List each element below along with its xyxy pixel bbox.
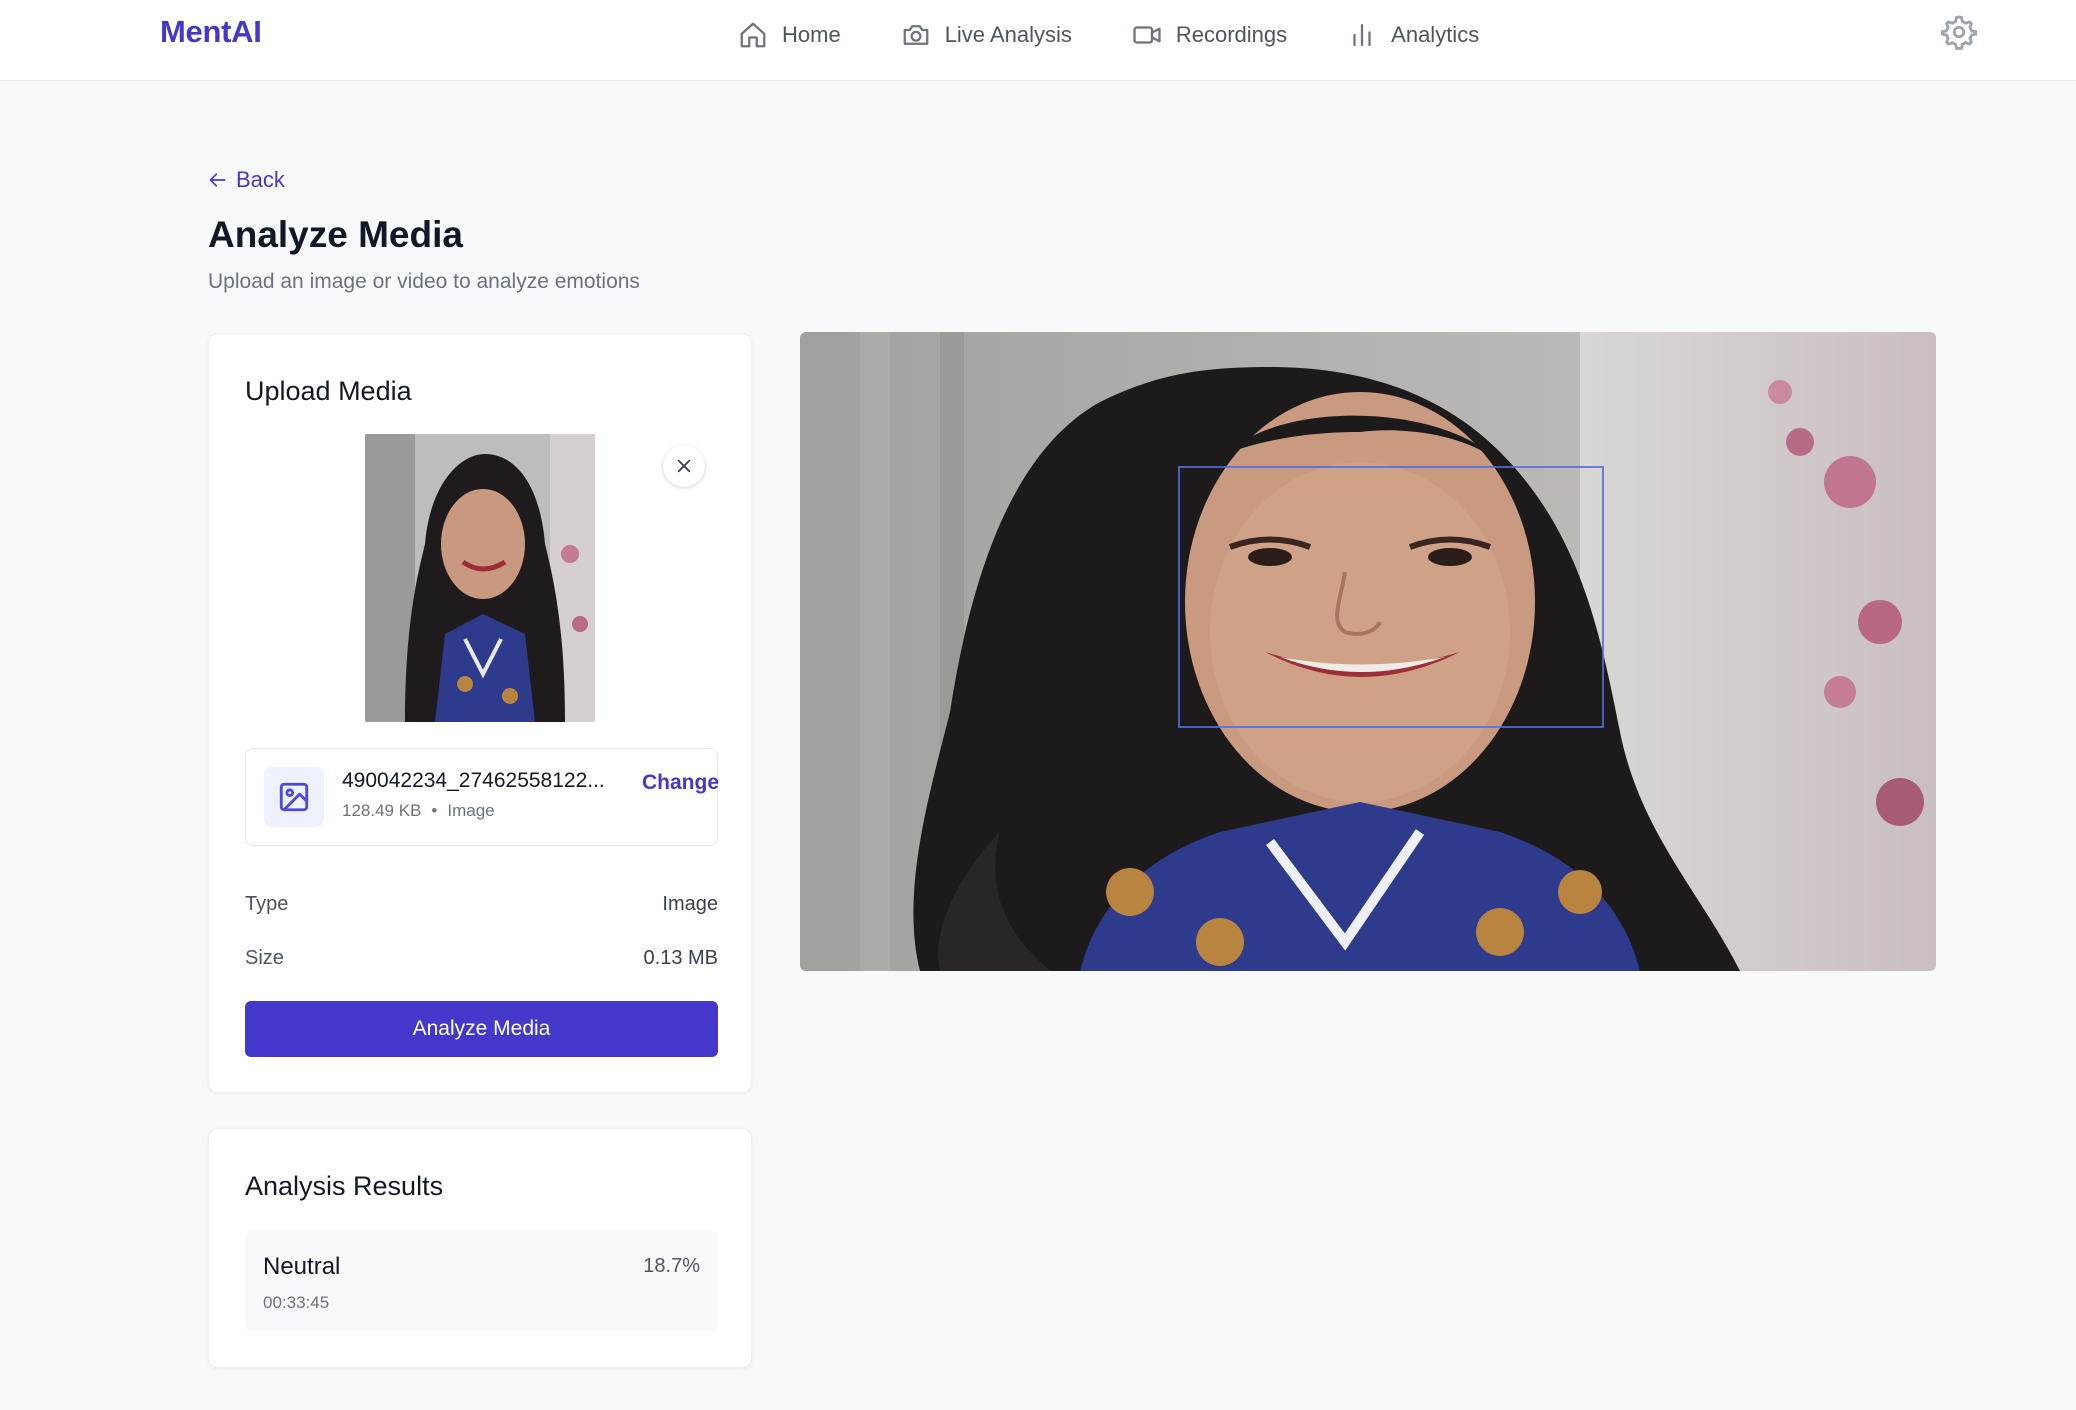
upload-card-title: Upload Media xyxy=(245,376,412,406)
gear-icon xyxy=(1940,15,1978,50)
result-timestamp: 00:33:45 xyxy=(263,1293,330,1312)
app-logo[interactable]: MentAI xyxy=(160,14,262,50)
detail-value: Image xyxy=(662,893,718,915)
back-label: Back xyxy=(236,167,285,192)
arrow-left-icon xyxy=(209,173,226,187)
analysis-preview-image xyxy=(800,332,1936,971)
home-icon xyxy=(740,22,766,48)
result-item[interactable]: Neutral 00:33:45 18.7% xyxy=(245,1231,718,1331)
nav-item-label: Recordings xyxy=(1175,22,1288,47)
result-emotion: Neutral xyxy=(263,1253,341,1280)
top-navbar: MentAI Home Live Analysis Recordings Ana… xyxy=(0,0,2076,81)
nav-item-label: Analytics xyxy=(1391,22,1480,47)
video-icon xyxy=(1133,26,1161,44)
selected-file-row: 490042234_27462558122... 128.49 KB • Image… xyxy=(245,748,719,846)
results-card-title: Analysis Results xyxy=(245,1171,444,1201)
change-file-link[interactable]: Change xyxy=(642,771,719,795)
main-nav: Home Live Analysis Recordings Analytics xyxy=(738,0,1539,70)
detail-key: Size xyxy=(245,947,284,969)
result-confidence: 18.7% xyxy=(643,1255,700,1277)
settings-button[interactable] xyxy=(1940,13,1978,51)
nav-item-label: Live Analysis xyxy=(944,22,1072,47)
upload-media-card: Upload Media 490042234_27462558122... 12… xyxy=(208,333,752,1093)
back-link[interactable]: Back xyxy=(208,167,285,193)
analyze-media-button[interactable]: Analyze Media xyxy=(245,1001,718,1057)
nav-item-live-analysis[interactable]: Live Analysis xyxy=(901,20,1072,50)
detail-key: Type xyxy=(245,893,289,915)
uploaded-image-preview xyxy=(365,434,595,722)
meta-separator: • xyxy=(431,801,438,820)
nav-item-label: Home xyxy=(782,22,841,47)
bar-chart-icon xyxy=(1353,23,1371,47)
file-meta: 128.49 KB • Image xyxy=(342,801,495,821)
file-name: 490042234_27462558122... xyxy=(342,769,605,792)
nav-item-analytics[interactable]: Analytics xyxy=(1347,20,1479,50)
face-detection-box xyxy=(1178,466,1604,728)
page-title: Analyze Media xyxy=(208,214,463,255)
camera-icon xyxy=(903,25,929,45)
remove-image-button[interactable] xyxy=(663,445,705,487)
file-kind: Image xyxy=(447,801,495,820)
image-icon xyxy=(279,782,309,812)
detail-value: 0.13 MB xyxy=(643,947,718,969)
close-icon xyxy=(677,459,691,473)
nav-item-recordings[interactable]: Recordings xyxy=(1132,20,1287,50)
file-size: 128.49 KB xyxy=(342,801,422,820)
nav-item-home[interactable]: Home xyxy=(738,20,841,50)
analysis-results-card: Analysis Results Neutral 00:33:45 18.7% xyxy=(208,1128,752,1368)
file-type-badge xyxy=(264,767,324,827)
page-subtitle: Upload an image or video to analyze emot… xyxy=(208,270,640,293)
